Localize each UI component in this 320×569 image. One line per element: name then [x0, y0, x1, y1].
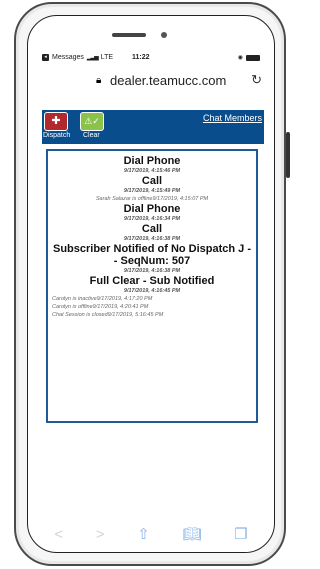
log-entry-time: 9/17/2019, 4:16:38 PM — [123, 236, 181, 242]
url-bar[interactable]: 🔒︎ dealer.teamucc.com ↻ — [42, 72, 262, 90]
side-button — [286, 132, 290, 178]
log-entry-time: 9/17/2019, 4:15:49 PM — [123, 188, 181, 194]
browser-toolbar: < > ⇧ 📖︎ ❐ — [28, 522, 274, 546]
log-entry-title-cont: - SeqNum: 507 — [113, 255, 191, 267]
event-log: Dial Phone 9/17/2019, 4:15:46 PM Call 9/… — [46, 149, 258, 423]
signal-icon: ▂▃▅ — [86, 55, 99, 61]
log-entry-time: 9/17/2019, 4:16:45 PM — [123, 288, 181, 294]
log-status-line: Carolyn is inactive9/17/2019, 4:17:20 PM — [52, 296, 153, 302]
lock-icon: 🔒︎ — [96, 75, 102, 86]
log-entry-time: 9/17/2019, 4:16:38 PM — [123, 268, 181, 274]
log-entry-title: Dial Phone — [123, 155, 181, 167]
log-status-line: Chat Session is closed9/17/2019, 5:16:45… — [52, 312, 164, 318]
log-entry-time: 9/17/2019, 4:15:46 PM — [123, 168, 181, 174]
alarm-icon: ◉ — [237, 55, 243, 61]
log-entry-title: Full Clear - Sub Notified — [89, 275, 215, 287]
phone-frame: ◂ Messages ▂▃▅ LTE 11:22 ◉ 🔒︎ dealer.tea… — [14, 2, 290, 566]
log-entry-title: Dial Phone — [123, 203, 181, 215]
book-icon[interactable]: 📖︎ — [182, 525, 201, 543]
status-bar: ◂ Messages ▂▃▅ LTE 11:22 ◉ — [28, 52, 274, 66]
log-status-line: Carolyn is offline9/17/2019, 4:20:41 PM — [52, 304, 149, 310]
battery-icon — [246, 54, 260, 61]
reload-icon[interactable]: ↻ — [251, 72, 262, 88]
dispatch-button[interactable]: ✚ — [44, 112, 68, 131]
app-header: ✚ ⚠✓ Dispatch Clear Chat Members — [42, 110, 264, 144]
speaker-slot — [112, 33, 146, 37]
phone-screen: ◂ Messages ▂▃▅ LTE 11:22 ◉ 🔒︎ dealer.tea… — [27, 15, 275, 553]
camera-dot — [161, 32, 167, 38]
chat-members-link[interactable]: Chat Members — [203, 113, 262, 123]
messages-app-icon: ◂ — [42, 54, 49, 61]
share-icon[interactable]: ⇧ — [137, 525, 150, 543]
network-label: LTE — [100, 54, 114, 61]
url-text: dealer.teamucc.com — [110, 73, 227, 88]
log-status-line: Sarah Salazar is offline9/17/2019, 4:15:… — [95, 196, 209, 202]
log-entry-time: 9/17/2019, 4:16:34 PM — [123, 216, 181, 222]
dispatch-label: Dispatch — [43, 132, 71, 139]
chevron-right-icon[interactable]: > — [96, 526, 105, 543]
tabs-icon[interactable]: ❐ — [234, 525, 247, 543]
clear-button[interactable]: ⚠✓ — [80, 112, 104, 131]
clear-label: Clear — [83, 132, 100, 139]
chevron-left-icon[interactable]: < — [54, 526, 63, 543]
clock: 11:22 — [132, 54, 150, 61]
carrier-label: Messages — [52, 54, 84, 61]
log-entry-title: Call — [141, 175, 163, 187]
log-entry-title: Call — [141, 223, 163, 235]
log-entry-title: Subscriber Notified of No Dispatch J - — [52, 243, 252, 255]
